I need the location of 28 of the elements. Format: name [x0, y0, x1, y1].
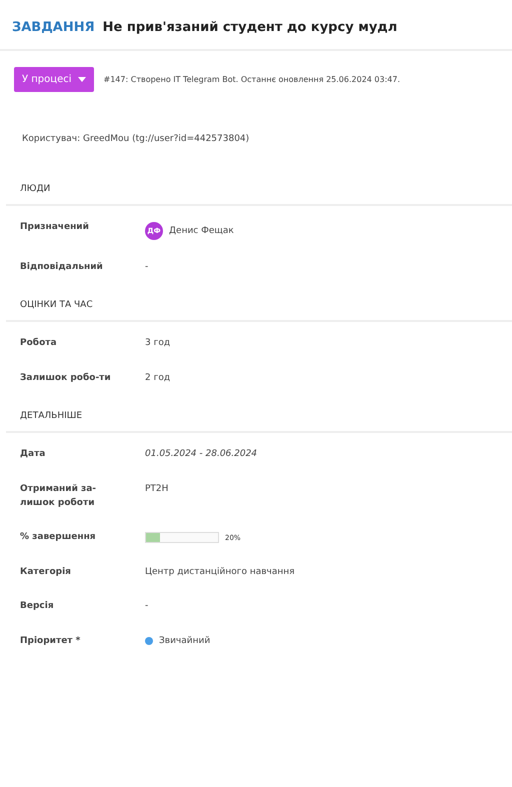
field-value: Центр дистанційного навчання	[145, 566, 295, 577]
field-value: -	[145, 601, 148, 612]
field-label: Призначений	[20, 221, 90, 234]
task-title: Не прив'язаний студент до курсу мудл	[102, 20, 398, 35]
date-range: 01.05.2024 - 28.06.2024	[145, 449, 258, 460]
caret-icon	[78, 77, 86, 82]
description-text: Користувач: GreedMou (tg://user?id=442573804)	[21, 133, 250, 146]
field-label: Пріоритет *	[20, 634, 82, 648]
assignee-name[interactable]: Денис Фещак	[169, 226, 234, 236]
section-heading: ЛЮДИ	[6, 184, 512, 206]
task-type-label: ЗАВДАННЯ	[12, 20, 95, 35]
section-heading: ОЦІНКИ ТА ЧАС	[6, 300, 512, 322]
field-label: Версія	[20, 600, 55, 614]
status-dropdown[interactable]: У процесі	[14, 67, 94, 92]
field-value: 2 год	[145, 372, 170, 383]
field-label: Категорія	[20, 566, 72, 579]
field-label: Дата	[20, 448, 46, 462]
field-label: % завершення	[20, 531, 97, 544]
field-value: PT2H	[145, 484, 168, 494]
field-label: Отриманий за-лишок роботи	[20, 482, 98, 510]
field-label: Залишок робо-ти	[20, 372, 112, 385]
section-heading: ДЕТАЛЬНІШЕ	[6, 411, 512, 434]
field-value: -	[145, 262, 148, 272]
update-info: #147: Створено IT Telegram Bot. Останнє оновлення 25.06.2024 03:47.	[104, 75, 400, 84]
field-value: 3 год	[145, 338, 170, 348]
field-label: Відповідальний	[20, 261, 104, 274]
field-label: Робота	[20, 336, 58, 350]
priority-value: Звичайний	[159, 636, 210, 646]
